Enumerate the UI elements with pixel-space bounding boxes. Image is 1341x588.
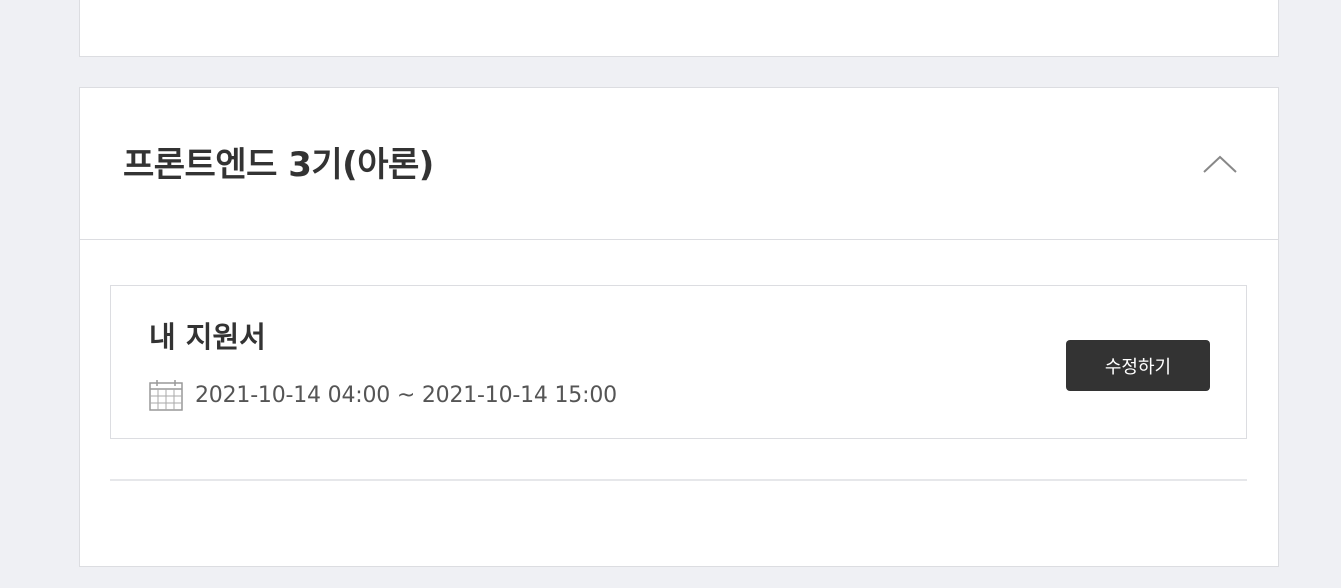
- application-period-text: 2021-10-14 04:00 ~ 2021-10-14 15:00: [195, 382, 617, 408]
- previous-card: [79, 0, 1279, 57]
- chevron-up-icon: [1203, 155, 1237, 173]
- edit-button[interactable]: 수정하기: [1066, 340, 1210, 391]
- application-title: 내 지원서: [149, 320, 266, 354]
- calendar-icon: [149, 380, 183, 411]
- application-item: 내 지원서 2021-10-14 04:00 ~ 2021-10-14 15:0…: [110, 285, 1247, 439]
- recruitment-card: 프론트엔드 3기(아론) 내 지원서 2021-10-14 04:00 ~ 20…: [79, 87, 1279, 567]
- collapse-button[interactable]: [1200, 146, 1240, 182]
- application-period: 2021-10-14 04:00 ~ 2021-10-14 15:00: [149, 379, 617, 411]
- divider: [110, 479, 1247, 481]
- recruitment-card-header[interactable]: 프론트엔드 3기(아론): [80, 88, 1278, 240]
- recruitment-title: 프론트엔드 3기(아론): [123, 145, 434, 185]
